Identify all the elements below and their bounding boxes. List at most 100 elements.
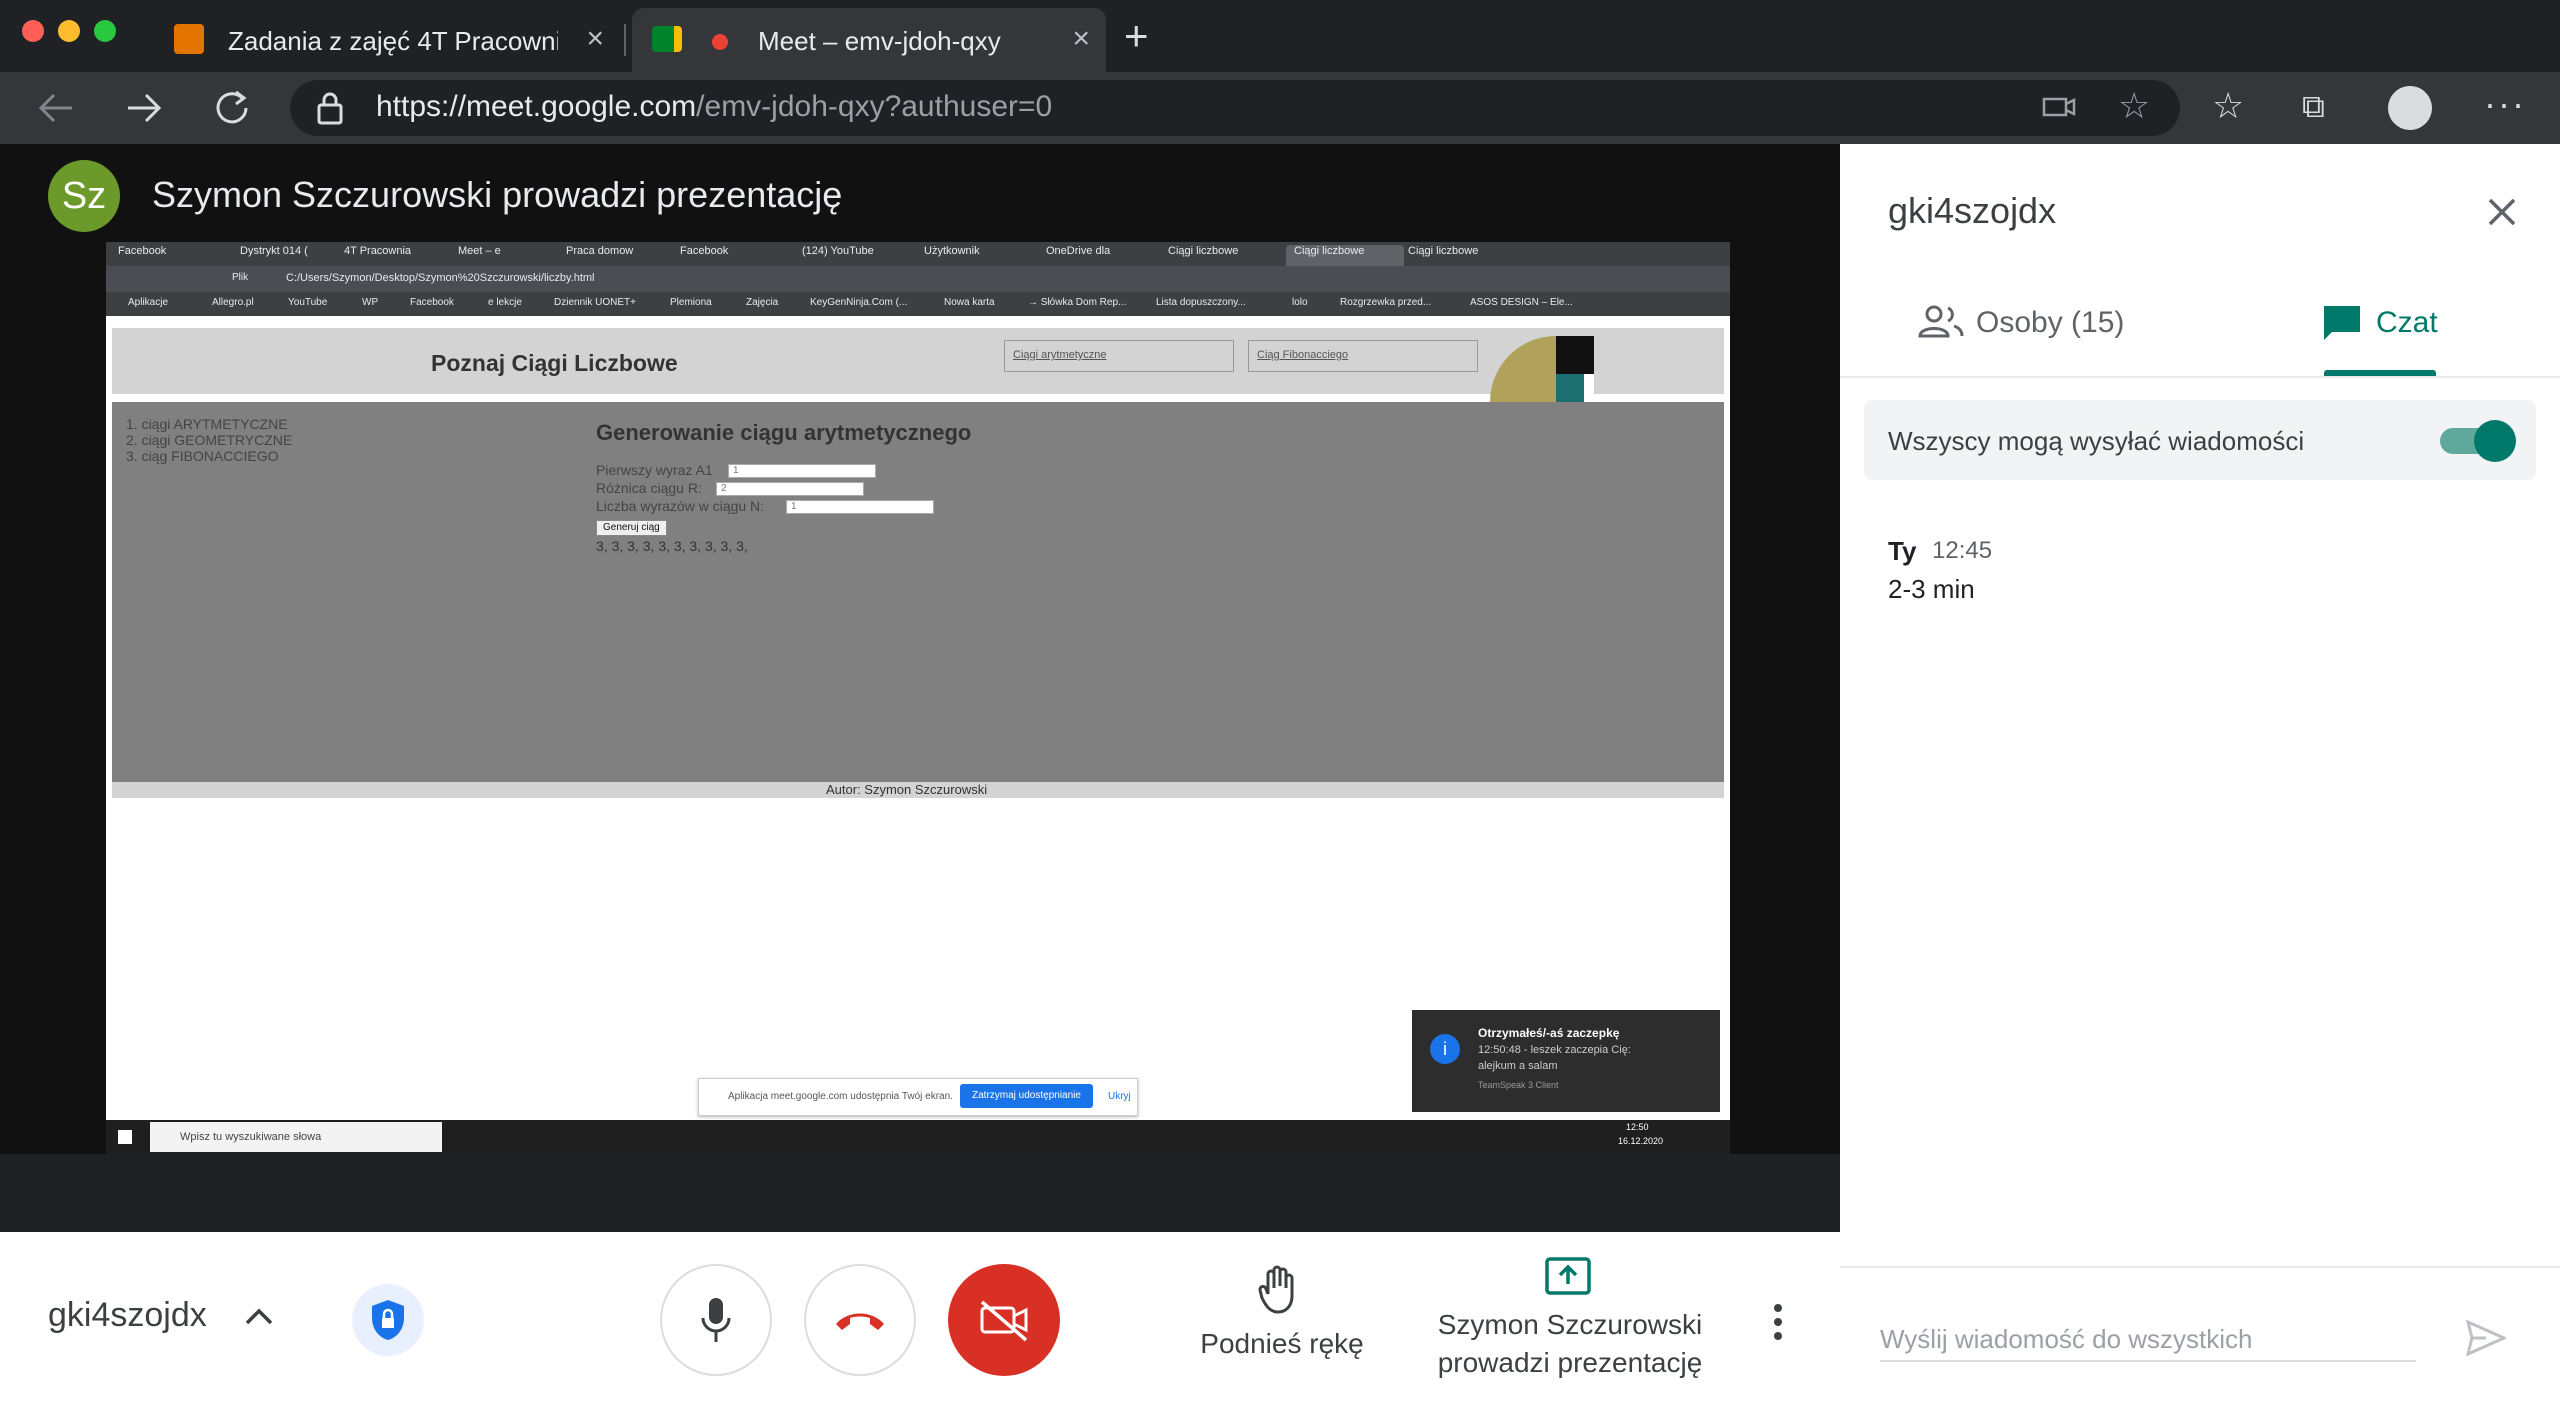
shared-screen: Facebook Dystrykt 014 ( 4T Pracownia Mee… bbox=[106, 242, 1730, 1154]
host-controls-button[interactable] bbox=[352, 1284, 424, 1356]
field-input: 1 bbox=[728, 464, 876, 478]
browser-tab-meet[interactable]: Meet – emv-jdoh-qxy × bbox=[632, 8, 1106, 72]
taskbar-clock-time: 12:50 bbox=[1626, 1122, 1649, 1132]
panel-divider bbox=[1840, 376, 2560, 378]
compose-divider bbox=[1840, 1266, 2560, 1268]
camera-in-use-icon[interactable] bbox=[2042, 94, 2076, 120]
people-icon bbox=[1918, 305, 1964, 338]
panel-meeting-code: gki4szojdx bbox=[1888, 190, 2057, 231]
site-menu-item: 3. ciąg FIBONACCIEGO bbox=[126, 448, 279, 464]
favorite-star-icon[interactable]: ☆ bbox=[2118, 88, 2150, 124]
present-screen-icon[interactable] bbox=[1544, 1256, 1592, 1296]
back-icon[interactable] bbox=[36, 90, 76, 126]
message-sender: Ty bbox=[1888, 536, 1917, 566]
shared-bookmark: Lista dopuszczony... bbox=[1156, 297, 1246, 308]
screen-share-notice-text: Aplikacja meet.google.com udostępnia Twó… bbox=[728, 1091, 953, 1102]
shared-tab: Ciągi liczbowe bbox=[1408, 245, 1479, 257]
window-close-button[interactable] bbox=[22, 20, 44, 42]
shared-bookmark: Zajęcia bbox=[746, 297, 779, 308]
profile-avatar-icon[interactable] bbox=[2388, 86, 2432, 130]
notification-title: Otrzymałeś/-aś zaczepkę bbox=[1478, 1026, 1620, 1040]
chat-icon bbox=[2324, 306, 2360, 340]
notification-line: 12:50:48 - leszek zaczepia Cię: bbox=[1478, 1044, 1631, 1056]
shared-tab: Praca domow bbox=[566, 245, 634, 257]
shared-address-url: C:/Users/Szymon/Desktop/Szymon%20Szczuro… bbox=[286, 272, 595, 284]
classroom-icon bbox=[174, 24, 204, 54]
raise-hand-button[interactable]: Podnieś rękę bbox=[1180, 1328, 1384, 1360]
message-time: 12:45 bbox=[1932, 537, 1993, 564]
collections-icon[interactable]: ⧉ bbox=[2302, 88, 2325, 124]
shared-bookmark: Aplikacje bbox=[128, 297, 169, 308]
field-label: Różnica ciągu R: bbox=[596, 480, 702, 496]
close-panel-icon[interactable] bbox=[2486, 196, 2518, 228]
more-options-icon[interactable]: ··· bbox=[2484, 86, 2526, 122]
shared-tab: Meet – e bbox=[458, 245, 501, 257]
shield-lock-icon bbox=[372, 1300, 404, 1340]
site-nav-link: Ciąg Fibonacciego bbox=[1248, 340, 1478, 372]
favorites-list-icon[interactable]: ☆ bbox=[2212, 88, 2244, 124]
field-input: 2 bbox=[716, 482, 864, 496]
shared-tab: 4T Pracownia bbox=[344, 245, 412, 257]
site-nav-link: Ciągi arytmetyczne bbox=[1004, 340, 1234, 372]
reload-icon[interactable] bbox=[212, 88, 252, 128]
shared-bookmark: Facebook bbox=[410, 297, 454, 308]
lock-icon[interactable] bbox=[316, 90, 344, 126]
forward-icon[interactable] bbox=[124, 90, 164, 126]
more-options-vertical-icon[interactable] bbox=[1770, 1302, 1786, 1342]
meeting-code[interactable]: gki4szojdx bbox=[48, 1296, 207, 1335]
meet-icon bbox=[652, 26, 682, 52]
hang-up-icon bbox=[836, 1313, 884, 1330]
tab-separator bbox=[624, 24, 626, 56]
raise-hand-icon[interactable] bbox=[1256, 1264, 1302, 1316]
window-maximize-button[interactable] bbox=[94, 20, 116, 42]
stop-sharing-button: Zatrzymaj udostępnianie bbox=[960, 1084, 1093, 1108]
leave-call-button[interactable] bbox=[804, 1264, 916, 1376]
shared-bookmark: Dziennik UONET+ bbox=[554, 297, 636, 308]
close-icon[interactable]: × bbox=[1072, 24, 1090, 54]
url-text[interactable]: https://meet.google.com/emv-jdoh-qxy?aut… bbox=[376, 90, 1052, 124]
send-icon[interactable] bbox=[2466, 1320, 2506, 1356]
allow-messages-label: Wszyscy mogą wysyłać wiadomości bbox=[1888, 426, 2305, 456]
site-menu-item: 1. ciągi ARYTMETYCZNE bbox=[126, 416, 288, 432]
shared-tab-active: Ciągi liczbowe bbox=[1286, 245, 1404, 266]
section-title: Generowanie ciągu arytmetycznego bbox=[596, 420, 972, 445]
info-icon: i bbox=[1430, 1034, 1460, 1064]
shared-address-prefix: Plik bbox=[232, 272, 249, 283]
shared-tab: Użytkownik bbox=[924, 245, 980, 257]
chat-input-underline bbox=[1880, 1360, 2416, 1362]
tab-people[interactable]: Osoby (15) bbox=[1976, 306, 2124, 340]
notification-source: TeamSpeak 3 Client bbox=[1478, 1080, 1559, 1090]
field-label: Pierwszy wyraz A1 bbox=[596, 462, 713, 478]
fibonacci-logo-icon bbox=[1490, 336, 1594, 402]
browser-tab-strip: Zadania z zajęć 4T Pracownia × Meet – em… bbox=[0, 0, 2560, 72]
browser-tab-classroom[interactable]: Zadania z zajęć 4T Pracownia × bbox=[160, 8, 620, 72]
tab-chat[interactable]: Czat bbox=[2376, 306, 2438, 340]
camera-toggle-button[interactable] bbox=[948, 1264, 1060, 1376]
shared-bookmark: Nowa karta bbox=[944, 297, 995, 308]
close-icon[interactable]: × bbox=[586, 24, 604, 54]
chevron-up-icon[interactable] bbox=[244, 1306, 274, 1326]
window-minimize-button[interactable] bbox=[58, 20, 80, 42]
windows-start-icon bbox=[118, 1130, 132, 1144]
stage-bottom-strip bbox=[0, 1154, 1840, 1232]
shared-bookmark: e lekcje bbox=[488, 297, 522, 308]
toggle-knob[interactable] bbox=[2474, 420, 2516, 462]
microphone-icon bbox=[701, 1298, 731, 1342]
microphone-button[interactable] bbox=[660, 1264, 772, 1376]
presenting-status-button[interactable]: Szymon Szczurowski prowadzi prezentację bbox=[1410, 1306, 1730, 1382]
message-text: 2-3 min bbox=[1888, 574, 1975, 604]
hide-notice-link: Ukryj bbox=[1108, 1091, 1131, 1102]
shared-tab: Facebook bbox=[118, 245, 167, 257]
new-tab-icon[interactable]: + bbox=[1124, 15, 1149, 57]
tab-title: Meet – emv-jdoh-qxy bbox=[758, 26, 1001, 56]
field-label: Liczba wyrazów w ciągu N: bbox=[596, 498, 765, 514]
url-path: /emv-jdoh-qxy?authuser=0 bbox=[696, 90, 1053, 123]
shared-tab: Facebook bbox=[680, 245, 729, 257]
shared-tab: OneDrive dla bbox=[1046, 245, 1111, 257]
shared-tab: (124) YouTube bbox=[802, 245, 874, 257]
site-title: Poznaj Ciągi Liczbowe bbox=[431, 350, 678, 376]
chat-message-input[interactable]: Wyślij wiadomość do wszystkich bbox=[1880, 1324, 2253, 1355]
shared-bookmark: Rozgrzewka przed... bbox=[1340, 297, 1432, 308]
shared-bookmark: → Słówka Dom Rep... bbox=[1028, 297, 1127, 308]
generate-sequence-button: Generuj ciąg bbox=[596, 520, 667, 536]
